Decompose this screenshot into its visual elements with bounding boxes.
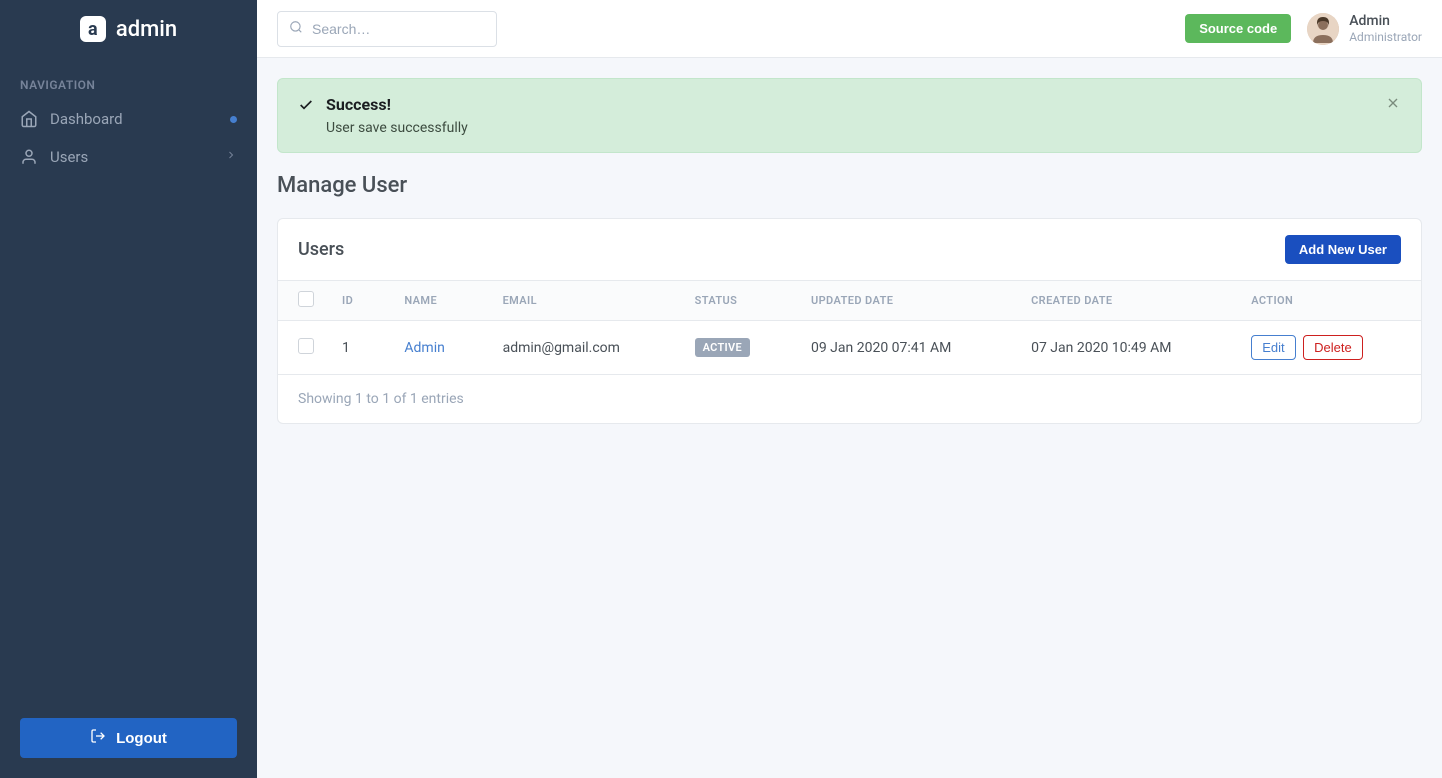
user-text: Admin Administrator bbox=[1349, 13, 1422, 44]
logout-button[interactable]: Logout bbox=[20, 718, 237, 758]
sidebar-footer: Logout bbox=[0, 698, 257, 778]
search-icon bbox=[289, 20, 303, 38]
sidebar-item-label: Dashboard bbox=[50, 110, 218, 128]
col-status: STATUS bbox=[675, 281, 791, 321]
sidebar: a admin NAVIGATION Dashboard Users Logou… bbox=[0, 0, 257, 778]
row-checkbox[interactable] bbox=[298, 338, 314, 354]
col-created: CREATED DATE bbox=[1011, 281, 1231, 321]
card-header: Users Add New User bbox=[278, 219, 1421, 281]
cell-id: 1 bbox=[322, 321, 384, 375]
brand[interactable]: a admin bbox=[0, 0, 257, 58]
card-title: Users bbox=[298, 239, 344, 260]
add-new-user-button[interactable]: Add New User bbox=[1285, 235, 1401, 264]
brand-logo-icon: a bbox=[80, 16, 106, 42]
sidebar-item-label: Users bbox=[50, 148, 213, 166]
edit-button[interactable]: Edit bbox=[1251, 335, 1295, 360]
chevron-right-icon bbox=[225, 149, 237, 165]
check-icon bbox=[298, 97, 314, 117]
page-title: Manage User bbox=[277, 173, 1422, 198]
home-icon bbox=[20, 110, 38, 128]
sidebar-item-users[interactable]: Users bbox=[0, 138, 257, 176]
user-role: Administrator bbox=[1349, 30, 1422, 44]
content: Success! User save successfully Manage U… bbox=[257, 58, 1442, 444]
status-badge: ACTIVE bbox=[695, 338, 750, 357]
col-email: EMAIL bbox=[483, 281, 675, 321]
nav-header: NAVIGATION bbox=[0, 58, 257, 100]
cell-email: admin@gmail.com bbox=[483, 321, 675, 375]
alert-title: Success! bbox=[326, 95, 1373, 114]
close-icon[interactable] bbox=[1385, 95, 1401, 115]
alert-message: User save successfully bbox=[326, 120, 1373, 136]
topbar: Source code Admin Administrator bbox=[257, 0, 1442, 58]
delete-button[interactable]: Delete bbox=[1303, 335, 1363, 360]
sidebar-item-dashboard[interactable]: Dashboard bbox=[0, 100, 257, 138]
avatar bbox=[1307, 13, 1339, 45]
col-name: NAME bbox=[384, 281, 482, 321]
user-name-link[interactable]: Admin bbox=[404, 340, 444, 356]
success-alert: Success! User save successfully bbox=[277, 78, 1422, 153]
logout-icon bbox=[90, 728, 106, 748]
main: Source code Admin Administrator Success!… bbox=[257, 0, 1442, 778]
logout-label: Logout bbox=[116, 730, 167, 747]
col-id: ID bbox=[322, 281, 384, 321]
user-name: Admin bbox=[1349, 13, 1422, 30]
users-table: ID NAME EMAIL STATUS UPDATED DATE CREATE… bbox=[278, 281, 1421, 375]
users-card: Users Add New User ID NAME EMAIL STATUS … bbox=[277, 218, 1422, 424]
cell-updated: 09 Jan 2020 07:41 AM bbox=[791, 321, 1011, 375]
table-footer: Showing 1 to 1 of 1 entries bbox=[278, 375, 1421, 423]
source-code-button[interactable]: Source code bbox=[1185, 14, 1291, 43]
select-all-checkbox[interactable] bbox=[298, 291, 314, 307]
cell-created: 07 Jan 2020 10:49 AM bbox=[1011, 321, 1231, 375]
search-input[interactable] bbox=[277, 11, 497, 47]
notification-dot-icon bbox=[230, 116, 237, 123]
brand-name: admin bbox=[116, 17, 177, 42]
user-menu[interactable]: Admin Administrator bbox=[1307, 13, 1422, 45]
user-icon bbox=[20, 148, 38, 166]
col-action: ACTION bbox=[1231, 281, 1421, 321]
search-wrap bbox=[277, 11, 497, 47]
col-updated: UPDATED DATE bbox=[791, 281, 1011, 321]
table-row: 1 Admin admin@gmail.com ACTIVE 09 Jan 20… bbox=[278, 321, 1421, 375]
